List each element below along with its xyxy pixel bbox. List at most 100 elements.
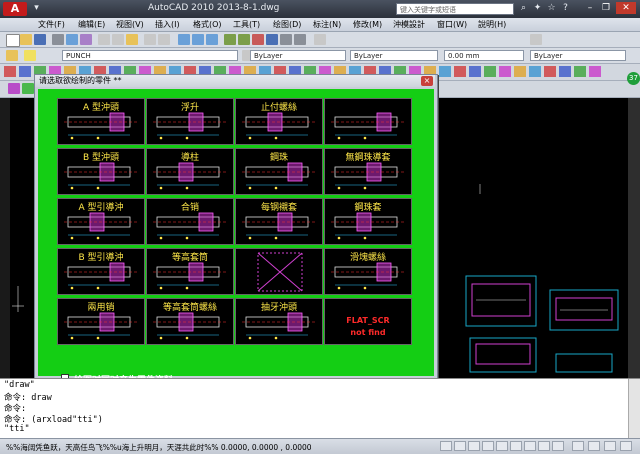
custom-tool-icon[interactable]	[499, 66, 511, 77]
part-cell[interactable]: 等高套筒	[146, 248, 234, 295]
custom-tool-icon[interactable]	[8, 83, 20, 94]
part-cell[interactable]: B 型引導沖	[57, 248, 145, 295]
part-cell[interactable]: 兩用销	[57, 298, 145, 345]
part-cell[interactable]	[235, 248, 323, 295]
layer-select[interactable]: PUNCH	[62, 50, 238, 61]
menu-view[interactable]: 视图(V)	[116, 19, 144, 30]
part-cell[interactable]: 導柱	[146, 148, 234, 195]
part-cell[interactable]	[324, 98, 412, 145]
dropdown-arrow-icon[interactable]: ▾	[31, 3, 42, 14]
help-icon[interactable]: ?	[560, 3, 571, 14]
custom-tool-icon[interactable]	[529, 66, 541, 77]
annotation-scale-icon[interactable]	[604, 441, 616, 451]
part-cell[interactable]: 鋼珠	[235, 148, 323, 195]
dialog-close-button[interactable]: ×	[421, 76, 433, 86]
paste-icon[interactable]	[126, 34, 138, 45]
part-cell[interactable]: 滑塊螺絲	[324, 248, 412, 295]
undo-icon[interactable]	[144, 34, 156, 45]
part-cell[interactable]: 等高套筒螺絲	[146, 298, 234, 345]
custom-tool-icon[interactable]	[574, 66, 586, 77]
part-cell[interactable]: A 型引導沖	[57, 198, 145, 245]
grid-toggle[interactable]	[454, 441, 466, 451]
minimize-button[interactable]: –	[584, 2, 596, 14]
snap-toggle[interactable]	[440, 441, 452, 451]
sheet-set-icon[interactable]	[266, 34, 278, 45]
markup-icon[interactable]	[280, 34, 292, 45]
menu-tools[interactable]: 工具(T)	[233, 19, 260, 30]
command-prompt-line[interactable]: "tti"	[4, 424, 30, 434]
menu-format[interactable]: 格式(O)	[193, 19, 222, 30]
otrack-toggle[interactable]	[510, 441, 522, 451]
part-cell[interactable]: B 型沖頭	[57, 148, 145, 195]
star-icon[interactable]: ☆	[546, 3, 557, 14]
cut-icon[interactable]	[98, 34, 110, 45]
table-style-icon[interactable]	[530, 34, 542, 45]
lwt-toggle[interactable]	[552, 441, 564, 451]
custom-tool-icon[interactable]	[484, 66, 496, 77]
custom-tool-icon[interactable]	[22, 83, 34, 94]
search-icon[interactable]: ⌕	[518, 3, 529, 14]
custom-tool-icon[interactable]	[4, 66, 16, 77]
zoom-realtime-icon[interactable]	[192, 34, 204, 45]
color-select[interactable]: ByLayer	[250, 50, 346, 61]
properties-icon[interactable]	[224, 34, 236, 45]
notification-badge[interactable]: 37	[627, 72, 640, 85]
custom-tool-icon[interactable]	[589, 66, 601, 77]
tool-palettes-icon[interactable]	[252, 34, 264, 45]
command-line[interactable]: "draw" 命令: draw 命令: 命令: (arxload"tti") "…	[0, 378, 640, 439]
layer-manager-icon[interactable]	[6, 50, 18, 61]
calculator-icon[interactable]	[294, 34, 306, 45]
part-cell[interactable]: FLAT_SCR not find	[324, 298, 412, 345]
copy-icon[interactable]	[112, 34, 124, 45]
part-cell[interactable]: A 型沖頭	[57, 98, 145, 145]
menu-file[interactable]: 文件(F)	[38, 19, 65, 30]
menu-die-design[interactable]: 沖模設計	[393, 19, 425, 30]
key-icon[interactable]: ✦	[532, 3, 543, 14]
ducs-toggle[interactable]	[524, 441, 536, 451]
custom-tool-icon[interactable]	[559, 66, 571, 77]
open-icon[interactable]	[20, 34, 32, 45]
workspace-icon[interactable]	[620, 441, 632, 451]
custom-tool-icon[interactable]	[469, 66, 481, 77]
custom-tool-icon[interactable]	[19, 66, 31, 77]
restore-button[interactable]: ❐	[600, 2, 612, 14]
part-cell[interactable]: 鋼珠套	[324, 198, 412, 245]
redo-icon[interactable]	[158, 34, 170, 45]
ortho-toggle[interactable]	[468, 441, 480, 451]
menu-modify[interactable]: 修改(M)	[353, 19, 382, 30]
quick-view-icon[interactable]	[588, 441, 600, 451]
part-cell[interactable]: 抽牙沖頭	[235, 298, 323, 345]
zoom-window-icon[interactable]	[206, 34, 218, 45]
command-scrollbar[interactable]	[628, 379, 640, 439]
menu-insert[interactable]: 插入(I)	[155, 19, 180, 30]
linetype-select[interactable]: ByLayer	[350, 50, 438, 61]
dyn-toggle[interactable]	[538, 441, 550, 451]
pan-icon[interactable]	[178, 34, 190, 45]
custom-tool-icon[interactable]	[439, 66, 451, 77]
part-cell[interactable]: 浮升	[146, 98, 234, 145]
menu-window[interactable]: 窗口(W)	[437, 19, 467, 30]
new-icon[interactable]	[6, 34, 20, 47]
custom-tool-icon[interactable]	[454, 66, 466, 77]
part-cell[interactable]: 無鋼珠導套	[324, 148, 412, 195]
model-toggle[interactable]	[572, 441, 584, 451]
menu-draw[interactable]: 绘图(D)	[273, 19, 301, 30]
custom-tool-icon[interactable]	[544, 66, 556, 77]
save-icon[interactable]	[34, 34, 46, 45]
close-button[interactable]: ✕	[616, 2, 636, 14]
menu-edit[interactable]: 编辑(E)	[78, 19, 105, 30]
part-cell[interactable]: 止付螺絲	[235, 98, 323, 145]
menu-dimension[interactable]: 标注(N)	[313, 19, 341, 30]
custom-tool-icon[interactable]	[514, 66, 526, 77]
polar-toggle[interactable]	[482, 441, 494, 451]
lineweight-select[interactable]: 0.00 mm	[444, 50, 524, 61]
plotstyle-select[interactable]: ByLayer	[530, 50, 626, 61]
design-center-icon[interactable]	[238, 34, 250, 45]
help-icon[interactable]	[314, 34, 326, 45]
preview-icon[interactable]	[66, 34, 78, 45]
menu-help[interactable]: 說明(H)	[478, 19, 506, 30]
vertical-scrollbar[interactable]	[628, 98, 640, 378]
bulb-icon[interactable]	[24, 50, 36, 61]
infocenter-search-input[interactable]: 键入关键字或短语	[396, 3, 514, 15]
publish-icon[interactable]	[80, 34, 92, 45]
